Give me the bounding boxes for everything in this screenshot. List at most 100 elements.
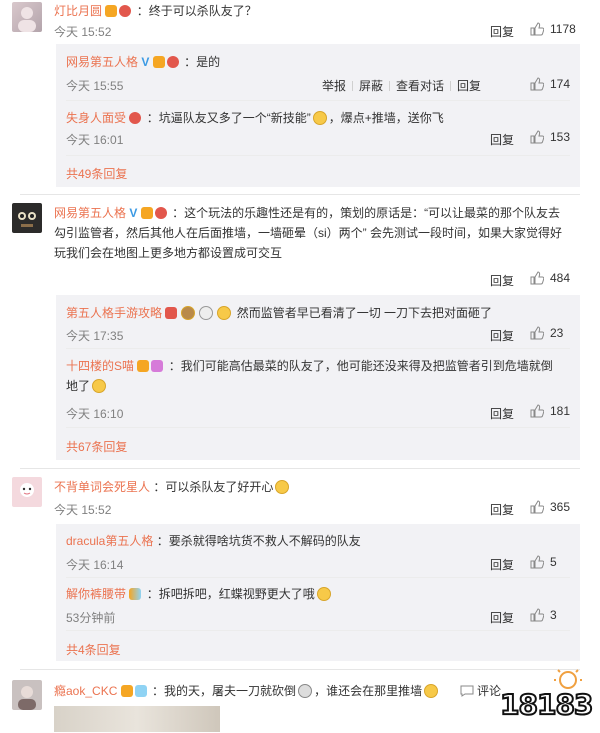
replier-name[interactable]: 网易第五人格 — [66, 55, 138, 69]
commenter-name[interactable]: 网易第五人格 — [54, 206, 126, 220]
comment-text: ：可以杀队友了好开心 — [153, 480, 274, 494]
fan-badge-icon — [129, 112, 142, 124]
watermark-text: 18183 — [499, 687, 594, 722]
comment-text: ：这个玩法的乐趣性还是有的，策划的原话是：“可以让最菜的那个队友去 — [172, 206, 561, 220]
divider — [66, 100, 570, 101]
reply-text: ：拆吧拆吧，红蝶视野更大了哦 — [146, 587, 315, 601]
reply-button[interactable]: 回复 — [490, 556, 514, 573]
avatar-image — [20, 483, 34, 497]
reply-time: 53分钟前 — [66, 611, 116, 625]
attached-image[interactable] — [54, 706, 220, 732]
thumbs-up-icon — [530, 608, 544, 622]
fan-badge-icon — [119, 5, 132, 17]
more-replies-link[interactable]: 共67条回复 — [66, 438, 127, 455]
reply-button[interactable]: 回复 — [490, 272, 514, 289]
comment-time: 今天 15:52 — [54, 503, 112, 517]
emoji-icon — [312, 111, 327, 125]
reply-button[interactable]: 回复 — [490, 23, 514, 40]
reply-button[interactable]: 回复 — [490, 327, 514, 344]
emoji-icon — [217, 306, 232, 320]
reply-button[interactable]: 回复 — [490, 609, 514, 626]
replier-name[interactable]: 第五人格手游攻略 — [66, 306, 162, 320]
avatar-image — [18, 7, 36, 32]
reply-text-continued: ，爆点+推墙，送你飞 — [328, 111, 444, 125]
more-replies-link[interactable]: 共49条回复 — [66, 165, 127, 182]
like-count: 484 — [550, 271, 571, 285]
comment-text: 玩我们会在地图上更多地方都设置成可交互 — [54, 246, 283, 260]
like-button[interactable]: 181 — [530, 404, 570, 418]
vip-badge-icon — [105, 5, 118, 17]
comment-text-continued: ，谁还会在那里推墙 — [314, 684, 423, 698]
like-button[interactable]: 153 — [530, 130, 570, 144]
replier-name[interactable]: 失身人面受 — [66, 111, 126, 125]
vip-badge-icon — [140, 207, 153, 219]
like-count: 174 — [550, 77, 571, 91]
replier-name[interactable]: 解你裤腰带 — [66, 587, 126, 601]
reply-body: 十四楼的S喵 ：我们可能高估最菜的队友了，他可能还没来得及把监管者引到危墙就倒 … — [66, 356, 576, 396]
reply-time: 今天 16:10 — [66, 407, 124, 421]
comment-icon — [460, 685, 474, 697]
thumbs-up-icon — [530, 271, 544, 285]
commenter-name[interactable]: 瘾aok_CKC — [54, 684, 117, 698]
reply-time: 今天 16:14 — [66, 558, 124, 572]
divider — [450, 81, 452, 91]
like-count: 3 — [550, 608, 557, 622]
avatar-image — [18, 686, 36, 710]
emoji-icon — [199, 306, 214, 320]
like-button[interactable]: 484 — [530, 271, 570, 285]
reply-button[interactable]: 回复 — [490, 131, 514, 148]
like-count: 181 — [550, 404, 571, 418]
avatar[interactable] — [12, 477, 42, 507]
emoji-icon — [424, 684, 439, 698]
like-button[interactable]: 5 — [530, 555, 557, 569]
fan-badge-icon — [151, 360, 164, 372]
reply-button[interactable]: 回复 — [490, 501, 514, 518]
emoji-icon — [298, 684, 313, 698]
comment-time: 今天 15:52 — [54, 25, 112, 39]
like-button[interactable]: 1178 — [530, 22, 576, 36]
like-count: 1178 — [550, 22, 576, 36]
reply-body: 解你裤腰带 ：拆吧拆吧，红蝶视野更大了哦 — [66, 585, 333, 602]
reply-body: dracula第五人格 ：要杀就得啥坑货不救人不解码的队友 — [66, 532, 361, 549]
reply-button[interactable]: 回复 — [490, 405, 514, 422]
like-button[interactable]: 23 — [530, 326, 563, 340]
divider — [66, 348, 570, 349]
view-conversation-button[interactable]: 查看对话 — [396, 79, 444, 93]
comment-button[interactable]: 评论 — [460, 682, 501, 699]
comment-divider — [20, 194, 580, 195]
emoji-icon — [92, 379, 107, 393]
divider — [66, 155, 570, 156]
reply-body: 网易第五人格 V ：是的 — [66, 53, 220, 70]
emoji-icon — [181, 306, 196, 320]
commenter-name[interactable]: 不背单词会死星人 — [54, 480, 150, 494]
comment-body: 灯比月圆 ：终于可以杀队友了？ — [54, 2, 257, 19]
fan-badge-icon — [134, 685, 147, 697]
divider — [389, 81, 391, 91]
reply-actions: 举报 屏蔽 查看对话 回复 — [322, 77, 481, 94]
block-button[interactable]: 屏蔽 — [359, 79, 383, 93]
thumbs-up-icon — [530, 130, 544, 144]
emoji-icon — [316, 587, 331, 601]
like-button[interactable]: 365 — [530, 500, 570, 514]
reply-text: ：要杀就得啥坑货不救人不解码的队友 — [156, 534, 361, 548]
comment-text: ：我的天，屠夫一刀就砍倒 — [152, 684, 297, 698]
divider — [66, 630, 570, 631]
thumbs-up-icon — [530, 22, 544, 36]
reply-body: 失身人面受 ：坑逼队友又多了一个“新技能” ，爆点+推墙，送你飞 — [66, 109, 444, 126]
like-count: 5 — [550, 555, 557, 569]
replier-name[interactable]: dracula第五人格 — [66, 534, 153, 548]
report-button[interactable]: 举报 — [322, 79, 346, 93]
vip-badge-icon — [120, 685, 133, 697]
reply-button[interactable]: 回复 — [457, 79, 481, 93]
avatar[interactable] — [12, 680, 42, 710]
vip-badge-icon — [152, 56, 165, 68]
comment-divider — [20, 468, 580, 469]
commenter-name[interactable]: 灯比月圆 — [54, 4, 102, 18]
replier-name[interactable]: 十四楼的S喵 — [66, 359, 134, 373]
thumbs-up-icon — [530, 500, 544, 514]
avatar[interactable] — [12, 2, 42, 32]
like-button[interactable]: 3 — [530, 608, 557, 622]
more-replies-link[interactable]: 共4条回复 — [66, 641, 121, 658]
like-button[interactable]: 174 — [530, 77, 570, 91]
avatar[interactable] — [12, 203, 42, 233]
